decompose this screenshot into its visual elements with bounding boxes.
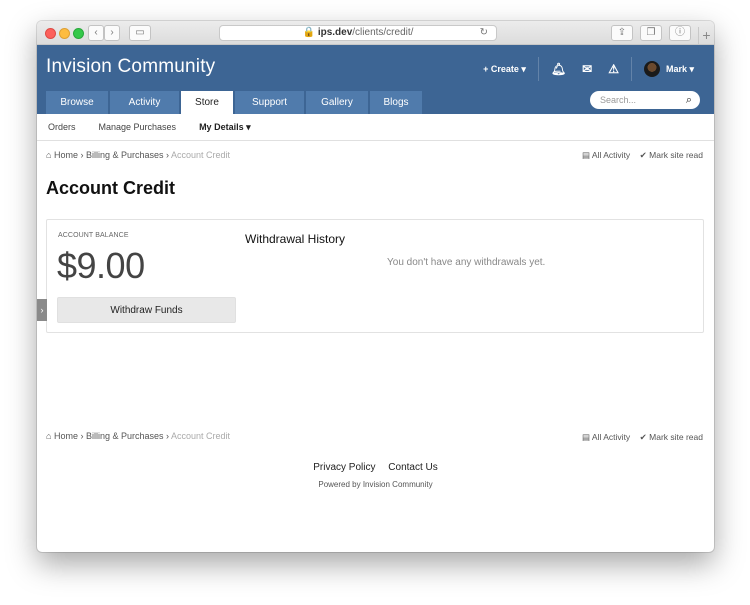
breadcrumb-home[interactable]: Home [54,150,78,160]
divider [630,57,632,81]
bell-icon: 🔔︎ [550,62,567,76]
account-balance-label: ACCOUNT BALANCE [58,232,129,239]
breadcrumb-current: Account Credit [171,150,231,160]
lock-icon: 🔒 [302,27,316,38]
extension-button[interactable]: ⓘ [669,25,691,41]
sidebar-icon: ▭ [135,27,145,38]
messages-button[interactable]: ✉ [574,62,600,76]
breadcrumb-current: Account Credit [171,431,231,441]
chevron-right-icon: › [110,27,114,38]
minimize-window-button[interactable] [59,28,70,39]
address-bar[interactable]: 🔒 ips.dev/clients/credit/ ↻ [219,25,497,41]
all-activity-label: All Activity [591,432,631,442]
user-name: Mark [665,64,687,74]
notifications-button[interactable]: 🔔︎ [543,62,574,76]
tab-gallery[interactable]: Gallery [306,91,368,114]
breadcrumb-billing[interactable]: Billing & Purchases [86,431,164,441]
url-domain: ips.dev [317,27,353,38]
create-label: Create [490,64,519,74]
tab-blogs[interactable]: Blogs [370,91,422,114]
mark-read-link[interactable]: ✔ Mark site read [640,150,703,160]
divider [537,57,539,81]
all-activity-link[interactable]: ▤ All Activity [582,432,630,442]
contact-us-link[interactable]: Contact Us [388,462,437,473]
activity-icon: ▤ [581,150,591,160]
plus-icon: + [483,64,491,74]
create-menu[interactable]: + Create ▾ [475,64,534,75]
privacy-policy-link[interactable]: Privacy Policy [313,462,375,473]
subnav-orders[interactable]: Orders [48,122,76,132]
info-icon: ⓘ [675,27,685,38]
home-icon: ⌂ [46,150,52,160]
tab-support[interactable]: Support [235,91,304,114]
account-balance-value: $9.00 [57,245,145,286]
breadcrumb-billing[interactable]: Billing & Purchases [86,150,164,160]
main-nav: Browse Activity Store Support Gallery Bl… [46,91,424,114]
close-window-button[interactable] [45,28,56,39]
url-path: /clients/credit/ [352,27,414,38]
withdrawal-history-empty: You don't have any withdrawals yet. [387,257,546,268]
user-menu[interactable]: Mark ▾ [636,61,702,77]
account-credit-panel: ACCOUNT BALANCE $9.00 Withdraw Funds Wit… [46,219,704,333]
withdrawal-history-title: Withdrawal History [245,232,346,246]
breadcrumb-actions: ▤ All Activity ✔ Mark site read [582,150,703,161]
caret-down-icon: ▾ [686,63,694,74]
subnav-my-details[interactable]: My Details ▾ [199,122,251,133]
search-input[interactable]: Search... ⌕ [590,91,700,109]
new-tab-button[interactable]: + [698,27,714,45]
sidebar-toggle-button[interactable]: ▭ [129,25,151,41]
reports-button[interactable]: ⚠ [600,62,627,76]
header-actions: + Create ▾ 🔔︎ ✉ ⚠ Mark ▾ [475,57,702,81]
tabs-overview-button[interactable]: ❐ [640,25,662,41]
back-button[interactable]: ‹ [88,25,104,41]
caret-down-icon: ▾ [243,121,251,132]
check-icon: ✔ [639,150,647,160]
mark-read-label: Mark site read [649,432,703,442]
mark-read-link[interactable]: ✔ Mark site read [640,432,703,442]
chevron-right-icon: › [40,305,44,315]
avatar [643,61,660,77]
share-icon: ⇪ [617,27,627,38]
browser-window: ‹ › ▭ 🔒 ips.dev/clients/credit/ ↻ ⇪ ❐ ⓘ … [37,21,714,552]
activity-icon: ▤ [581,432,591,442]
withdraw-funds-button[interactable]: Withdraw Funds [57,297,236,323]
site-header: Invision Community + Create ▾ 🔔︎ ✉ ⚠ Mar… [37,45,714,114]
zoom-window-button[interactable] [73,28,84,39]
tab-activity[interactable]: Activity [110,91,179,114]
store-subnav: Orders Manage Purchases My Details ▾ [37,114,714,141]
footer-links: Privacy Policy Contact Us [37,462,714,473]
footer-breadcrumb: ⌂ Home › Billing & Purchases › Account C… [46,431,231,441]
page-title: Account Credit [46,178,176,198]
caret-down-icon: ▾ [518,63,526,74]
search-placeholder: Search... [600,95,637,105]
envelope-icon: ✉ [582,62,593,76]
subnav-manage-purchases[interactable]: Manage Purchases [99,122,177,132]
browser-toolbar: ‹ › ▭ 🔒 ips.dev/clients/credit/ ↻ ⇪ ❐ ⓘ … [37,21,714,45]
tab-store[interactable]: Store [181,91,233,114]
chevron-left-icon: ‹ [94,27,98,38]
site-logo[interactable]: Invision Community [46,56,215,78]
all-activity-link[interactable]: ▤ All Activity [582,150,630,160]
reload-icon[interactable]: ↻ [480,26,488,40]
all-activity-label: All Activity [591,150,631,160]
share-button[interactable]: ⇪ [611,25,633,41]
home-icon: ⌂ [46,431,52,441]
warning-icon: ⚠ [608,62,619,76]
powered-by[interactable]: Powered by Invision Community [37,480,714,489]
breadcrumb-home[interactable]: Home [54,431,78,441]
footer-breadcrumb-actions: ▤ All Activity ✔ Mark site read [582,432,703,443]
search-icon[interactable]: ⌕ [686,91,692,109]
tab-browse[interactable]: Browse [46,91,108,114]
mark-read-label: Mark site read [649,150,703,160]
tabs-icon: ❐ [646,27,656,38]
side-panel-toggle[interactable]: › [37,299,47,321]
breadcrumb: ⌂ Home › Billing & Purchases › Account C… [46,150,231,160]
my-details-label: My Details [199,121,244,132]
check-icon: ✔ [639,432,647,442]
forward-button[interactable]: › [104,25,120,41]
